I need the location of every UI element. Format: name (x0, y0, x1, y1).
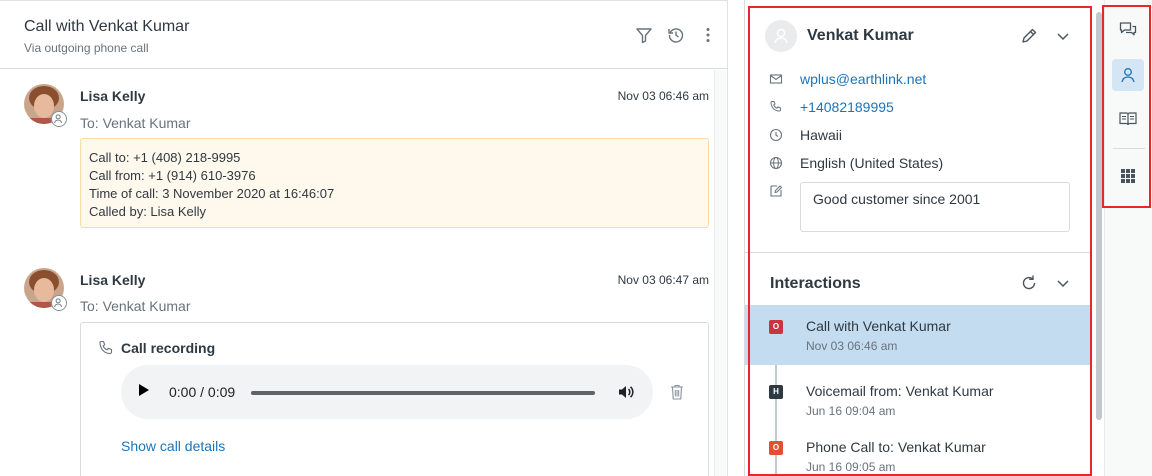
context-scrollbar[interactable] (1094, 6, 1104, 476)
user-email-row: wplus@earthlink.net (765, 70, 1085, 90)
user-timezone-row: Hawaii (765, 126, 1085, 146)
audio-player[interactable]: 0:00 / 0:09 (121, 365, 653, 419)
player-time: 0:00 / 0:09 (169, 384, 236, 400)
divider (745, 252, 1092, 253)
interaction-item[interactable]: O Call with Venkat Kumar Nov 03 06:46 am (745, 305, 1092, 365)
globe-icon (769, 156, 783, 170)
user-icon[interactable] (1112, 59, 1144, 91)
scrollbar-thumb[interactable] (1096, 12, 1102, 420)
divider (1113, 148, 1145, 149)
call-detail-line: Call to: +1 (408) 218-9995 (89, 150, 241, 165)
notes-icon (769, 184, 783, 198)
context-panel: Venkat Kumar wplus@earthlink.net +140821… (744, 0, 1104, 476)
more-vertical-icon[interactable] (698, 25, 718, 45)
interaction-time: Jun 16 09:04 am (806, 404, 896, 418)
audio-progress-slider[interactable] (251, 391, 595, 395)
interaction-item[interactable]: H Voicemail from: Venkat Kumar Jun 16 09… (745, 370, 1092, 430)
sender-name: Lisa Kelly (80, 272, 146, 288)
ticket-subtitle: Via outgoing phone call (24, 41, 149, 55)
show-call-details-link[interactable]: Show call details (121, 438, 225, 454)
volume-icon[interactable] (617, 383, 635, 401)
interaction-item[interactable]: O Phone Call to: Venkat Kumar Jun 16 09:… (745, 426, 1092, 476)
user-name: Venkat Kumar (807, 27, 914, 44)
email-icon (769, 72, 783, 86)
apps-rail (1104, 0, 1152, 476)
agent-badge-icon (51, 111, 67, 127)
phone-icon (769, 100, 783, 114)
user-phone-row: +14082189995 (765, 98, 1085, 118)
message-recipient: To: Venkat Kumar (80, 115, 191, 131)
clock-icon (769, 128, 783, 142)
user-phone-link[interactable]: +14082189995 (800, 99, 894, 115)
interaction-time: Jun 16 09:05 am (806, 460, 896, 474)
chevron-down-icon[interactable] (1053, 273, 1073, 293)
interaction-label: Call with Venkat Kumar (806, 318, 951, 334)
apps-icon[interactable] (1112, 160, 1144, 192)
call-recording-card: Call recording 0:00 / 0:09 Show call det… (80, 322, 709, 476)
user-email-link[interactable]: wplus@earthlink.net (800, 71, 926, 87)
interactions-title: Interactions (770, 275, 861, 292)
chevron-down-icon[interactable] (1053, 26, 1073, 46)
user-notes-field[interactable]: Good customer since 2001 (800, 182, 1070, 232)
interaction-status-badge: O (769, 320, 783, 334)
user-avatar (765, 20, 797, 52)
refresh-icon[interactable] (1019, 273, 1039, 293)
knowledge-icon[interactable] (1112, 103, 1144, 135)
edit-pencil-icon[interactable] (1019, 26, 1039, 46)
history-icon[interactable] (666, 25, 686, 45)
call-detail-line: Call from: +1 (914) 610-3976 (89, 168, 256, 183)
ticket-title: Call with Venkat Kumar (24, 18, 190, 35)
play-icon[interactable] (139, 384, 149, 396)
message-recipient: To: Venkat Kumar (80, 298, 191, 314)
call-detail-line: Called by: Lisa Kelly (89, 204, 207, 219)
user-language-row: English (United States) (765, 154, 1085, 174)
ticket-header: Call with Venkat Kumar Via outgoing phon… (0, 1, 728, 69)
interaction-time: Nov 03 06:46 am (806, 339, 898, 353)
call-detail-line: Time of call: 3 November 2020 at 16:46:0… (89, 186, 335, 201)
recording-title: Call recording (121, 340, 216, 356)
user-timezone: Hawaii (800, 127, 843, 143)
interaction-status-badge: O (769, 441, 783, 455)
interaction-label: Phone Call to: Venkat Kumar (806, 439, 986, 455)
conversations-icon[interactable] (1112, 14, 1144, 46)
user-language: English (United States) (800, 155, 944, 171)
call-details-box: Call to: +1 (408) 218-9995 Call from: +1… (80, 138, 709, 228)
ticket-panel: Call with Venkat Kumar Via outgoing phon… (0, 0, 728, 476)
interaction-status-badge: H (769, 385, 783, 399)
message-time: Nov 03 06:46 am (617, 89, 709, 103)
agent-workspace: Call with Venkat Kumar Via outgoing phon… (0, 0, 1152, 476)
delete-recording-icon[interactable] (669, 383, 685, 401)
filter-icon[interactable] (634, 25, 654, 45)
interaction-label: Voicemail from: Venkat Kumar (806, 383, 994, 399)
sender-name: Lisa Kelly (80, 88, 146, 104)
agent-badge-icon (51, 295, 67, 311)
conversation-log[interactable]: Lisa Kelly Nov 03 06:46 am To: Venkat Ku… (0, 70, 718, 476)
conversation-scrollbar[interactable] (714, 70, 726, 476)
message-time: Nov 03 06:47 am (617, 273, 709, 287)
phone-icon (97, 339, 115, 357)
